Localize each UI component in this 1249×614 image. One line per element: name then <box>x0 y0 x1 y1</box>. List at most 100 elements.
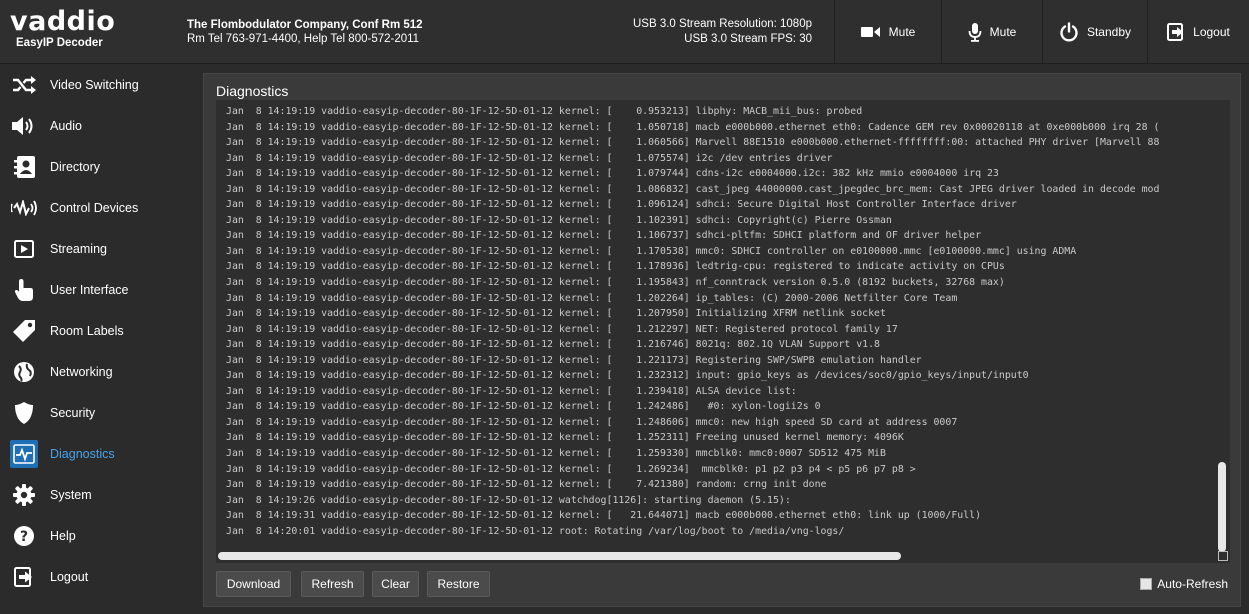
sidebar-item-networking[interactable]: Networking <box>0 351 192 392</box>
download-button[interactable]: Download <box>216 571 291 597</box>
company-phone: Rm Tel 763-971-4400, Help Tel 800-572-20… <box>187 33 420 45</box>
stream-fps: USB 3.0 Stream FPS: 30 <box>684 33 812 45</box>
sidebar-item-label: Diagnostics <box>50 446 115 461</box>
sidebar-item-label: Logout <box>50 569 89 584</box>
sidebar-item-diagnostics[interactable]: Diagnostics <box>0 433 192 474</box>
log-line: Jan 8 14:19:19 vaddio-easyip-decoder-80-… <box>226 308 886 320</box>
sidebar-item-logout[interactable]: Logout <box>0 556 192 597</box>
restore-button[interactable]: Restore <box>427 571 490 597</box>
sidebar-item-label: Help <box>50 528 76 543</box>
company-info: The Flombodulator Company, Conf Rm 512 R… <box>187 18 423 46</box>
gear-icon <box>10 481 38 509</box>
log-line: Jan 8 14:19:19 vaddio-easyip-decoder-80-… <box>226 121 1160 133</box>
sidebar-item-label: Room Labels <box>50 323 124 338</box>
log-line: Jan 8 14:19:19 vaddio-easyip-decoder-80-… <box>226 261 1005 273</box>
sidebar-item-streaming[interactable]: Streaming <box>0 228 192 269</box>
heartbeat-icon <box>10 439 38 468</box>
sidebar-nav: Video Switching Audio Directory Control … <box>0 64 192 614</box>
sidebar-item-room-labels[interactable]: Room Labels <box>0 310 192 351</box>
log-line: Jan 8 14:19:19 vaddio-easyip-decoder-80-… <box>226 401 821 413</box>
stream-resolution: USB 3.0 Stream Resolution: 1080p <box>633 18 812 30</box>
header-logout-button[interactable]: Logout <box>1147 0 1249 64</box>
sidebar-item-label: System <box>50 487 92 502</box>
sidebar-item-user-interface[interactable]: User Interface <box>0 269 192 310</box>
audio-mute-label: Mute <box>989 25 1017 39</box>
sidebar-item-help[interactable]: ? Help <box>0 515 192 556</box>
logout-icon <box>1167 23 1185 41</box>
sidebar-item-security[interactable]: Security <box>0 392 192 433</box>
logout-icon <box>10 563 38 591</box>
log-line: Jan 8 14:19:31 vaddio-easyip-decoder-80-… <box>226 510 982 522</box>
log-line: Jan 8 14:19:19 vaddio-easyip-decoder-80-… <box>226 370 1029 382</box>
log-viewer[interactable]: Jan 8 14:19:19 vaddio-easyip-decoder-80-… <box>216 100 1230 563</box>
log-line: Jan 8 14:19:19 vaddio-easyip-decoder-80-… <box>226 416 958 428</box>
log-line: Jan 8 14:19:19 vaddio-easyip-decoder-80-… <box>226 183 1160 195</box>
vertical-scroll-thumb[interactable] <box>1218 462 1226 552</box>
tag-icon <box>10 317 38 345</box>
play-icon <box>10 235 38 263</box>
logout-label: Logout <box>1193 25 1230 39</box>
log-line: Jan 8 14:19:19 vaddio-easyip-decoder-80-… <box>226 152 833 164</box>
horizontal-scrollbar[interactable] <box>218 551 1216 561</box>
log-line: Jan 8 14:19:19 vaddio-easyip-decoder-80-… <box>226 448 886 460</box>
standby-label: Standby <box>1086 25 1132 39</box>
log-line: Jan 8 14:19:19 vaddio-easyip-decoder-80-… <box>226 214 892 226</box>
log-line: Jan 8 14:19:19 vaddio-easyip-decoder-80-… <box>226 323 898 335</box>
log-line: Jan 8 14:19:19 vaddio-easyip-decoder-80-… <box>226 463 916 475</box>
sidebar-item-label: User Interface <box>50 282 129 297</box>
brand-logo: vaddio EasyIP Decoder <box>10 6 180 50</box>
sidebar-item-label: Streaming <box>50 241 107 256</box>
logo-wordmark: vaddio <box>10 6 116 37</box>
page-title: Diagnostics <box>216 83 289 99</box>
log-line: Jan 8 14:19:19 vaddio-easyip-decoder-80-… <box>226 292 958 304</box>
audio-mute-button[interactable]: Mute <box>941 0 1042 64</box>
sidebar-item-label: Security <box>50 405 96 420</box>
sidebar-item-control-devices[interactable]: Control Devices <box>0 187 192 228</box>
control-devices-icon <box>10 194 38 222</box>
log-line: Jan 8 14:19:19 vaddio-easyip-decoder-80-… <box>226 385 797 397</box>
log-line: Jan 8 14:19:19 vaddio-easyip-decoder-80-… <box>226 245 1077 257</box>
product-name: EasyIP Decoder <box>16 37 103 49</box>
company-name: The Flombodulator Company, Conf Rm 512 <box>187 19 423 31</box>
auto-refresh-label: Auto-Refresh <box>1157 577 1228 591</box>
log-line: Jan 8 14:19:19 vaddio-easyip-decoder-80-… <box>226 199 1017 211</box>
standby-button[interactable]: Standby <box>1042 0 1147 64</box>
sidebar-item-video-switching[interactable]: Video Switching <box>0 64 192 105</box>
video-switching-icon <box>10 71 38 99</box>
help-icon: ? <box>10 522 38 550</box>
microphone-icon <box>968 22 982 42</box>
auto-refresh-checkbox[interactable] <box>1140 578 1153 590</box>
stream-info: USB 3.0 Stream Resolution: 1080p USB 3.0… <box>612 17 812 47</box>
sidebar-item-audio[interactable]: Audio <box>0 105 192 146</box>
log-line: Jan 8 14:19:19 vaddio-easyip-decoder-80-… <box>226 339 880 351</box>
sidebar-item-system[interactable]: System <box>0 474 192 515</box>
auto-refresh-toggle[interactable]: Auto-Refresh <box>1140 577 1228 591</box>
shield-icon <box>10 399 38 427</box>
refresh-button[interactable]: Refresh <box>301 571 364 597</box>
sidebar-item-label: Networking <box>50 364 113 379</box>
svg-text:?: ? <box>20 529 28 545</box>
log-line: Jan 8 14:19:19 vaddio-easyip-decoder-80-… <box>226 277 1005 289</box>
power-icon <box>1059 22 1079 42</box>
resize-handle-icon[interactable] <box>1218 551 1228 561</box>
sidebar-item-label: Audio <box>50 118 82 133</box>
hand-pointer-icon <box>10 276 38 304</box>
log-line: Jan 8 14:19:19 vaddio-easyip-decoder-80-… <box>226 479 827 491</box>
log-line: Jan 8 14:20:01 vaddio-easyip-decoder-80-… <box>226 525 845 537</box>
horizontal-scroll-thumb[interactable] <box>218 552 901 560</box>
log-line: Jan 8 14:19:26 vaddio-easyip-decoder-80-… <box>226 494 791 506</box>
sidebar-item-label: Directory <box>50 159 101 174</box>
log-line: Jan 8 14:19:19 vaddio-easyip-decoder-80-… <box>226 137 1160 149</box>
globe-icon <box>10 358 38 386</box>
video-mute-label: Mute <box>888 25 916 39</box>
sidebar-item-directory[interactable]: Directory <box>0 146 192 187</box>
clear-button[interactable]: Clear <box>372 571 419 597</box>
video-mute-button[interactable]: Mute <box>834 0 941 64</box>
top-header: vaddio EasyIP Decoder The Flombodulator … <box>0 0 1249 64</box>
log-line: Jan 8 14:19:19 vaddio-easyip-decoder-80-… <box>226 432 904 444</box>
log-line: Jan 8 14:19:19 vaddio-easyip-decoder-80-… <box>226 106 863 117</box>
vertical-scrollbar[interactable] <box>1217 104 1229 559</box>
sidebar-item-label: Video Switching <box>50 77 139 92</box>
video-camera-icon <box>860 26 881 38</box>
log-line: Jan 8 14:19:19 vaddio-easyip-decoder-80-… <box>226 168 999 180</box>
